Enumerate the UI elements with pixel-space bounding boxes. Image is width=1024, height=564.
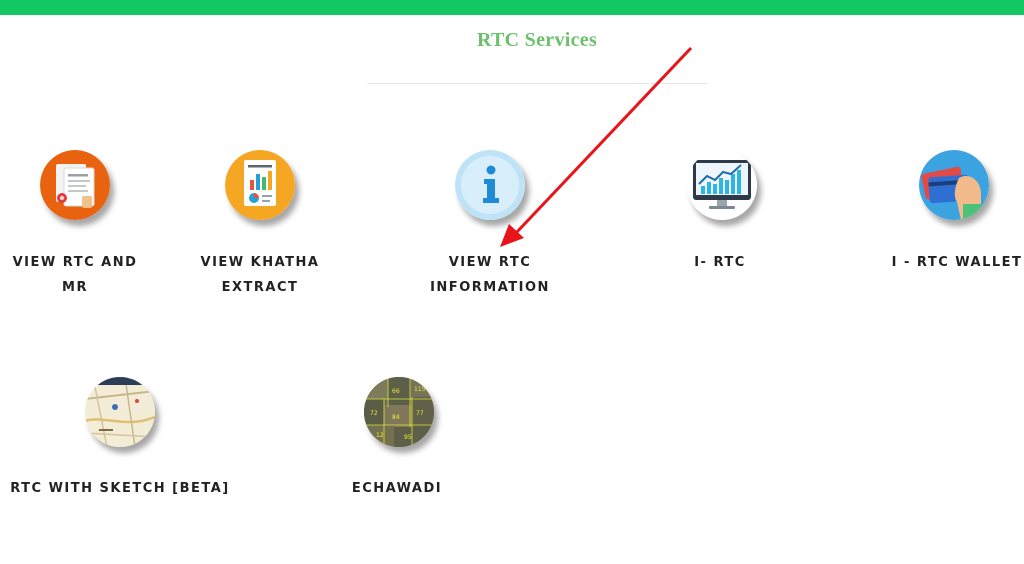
monitor-chart-icon [687, 150, 757, 220]
service-view-rtc-information[interactable]: VIEW RTC INFORMATION [410, 150, 570, 310]
report-chart-icon [225, 150, 295, 220]
service-view-khatha-extract[interactable]: VIEW KHATHA EXTRACT [185, 150, 335, 310]
service-label: I - RTC WALLET [891, 255, 1023, 270]
land-survey-map-icon: 66 115 72 84 77 12 95 [364, 377, 434, 447]
service-echawadi[interactable]: 66 115 72 84 77 12 95 ECHAWADI [322, 377, 472, 507]
service-label: VIEW RTC AND MR [12, 255, 138, 295]
svg-text:72: 72 [370, 410, 378, 417]
svg-text:115: 115 [414, 386, 426, 393]
svg-text:95: 95 [404, 434, 412, 441]
svg-text:84: 84 [392, 414, 400, 421]
service-label: VIEW KHATHA EXTRACT [200, 255, 320, 295]
top-accent-bar [0, 0, 1024, 15]
svg-text:12: 12 [376, 432, 384, 439]
service-label: VIEW RTC INFORMATION [430, 255, 550, 295]
title-divider [367, 83, 707, 84]
service-view-rtc-and-mr[interactable]: VIEW RTC AND MR [0, 150, 150, 310]
map-sketch-icon [85, 377, 155, 447]
page-title: RTC Services [476, 29, 598, 51]
service-label: RTC WITH SKETCH [BETA] [10, 481, 230, 496]
service-i-rtc-wallet[interactable]: I - RTC WALLET [877, 150, 1024, 310]
wallet-cards-icon [919, 150, 989, 220]
service-rtc-with-sketch-beta[interactable]: RTC WITH SKETCH [BETA] [0, 377, 240, 507]
service-i-rtc[interactable]: I- RTC [645, 150, 795, 310]
service-label: I- RTC [694, 255, 746, 270]
svg-text:66: 66 [392, 388, 400, 395]
service-label: ECHAWADI [351, 481, 443, 496]
svg-text:77: 77 [416, 410, 424, 417]
document-certificate-icon [40, 150, 110, 220]
info-icon [455, 150, 525, 220]
